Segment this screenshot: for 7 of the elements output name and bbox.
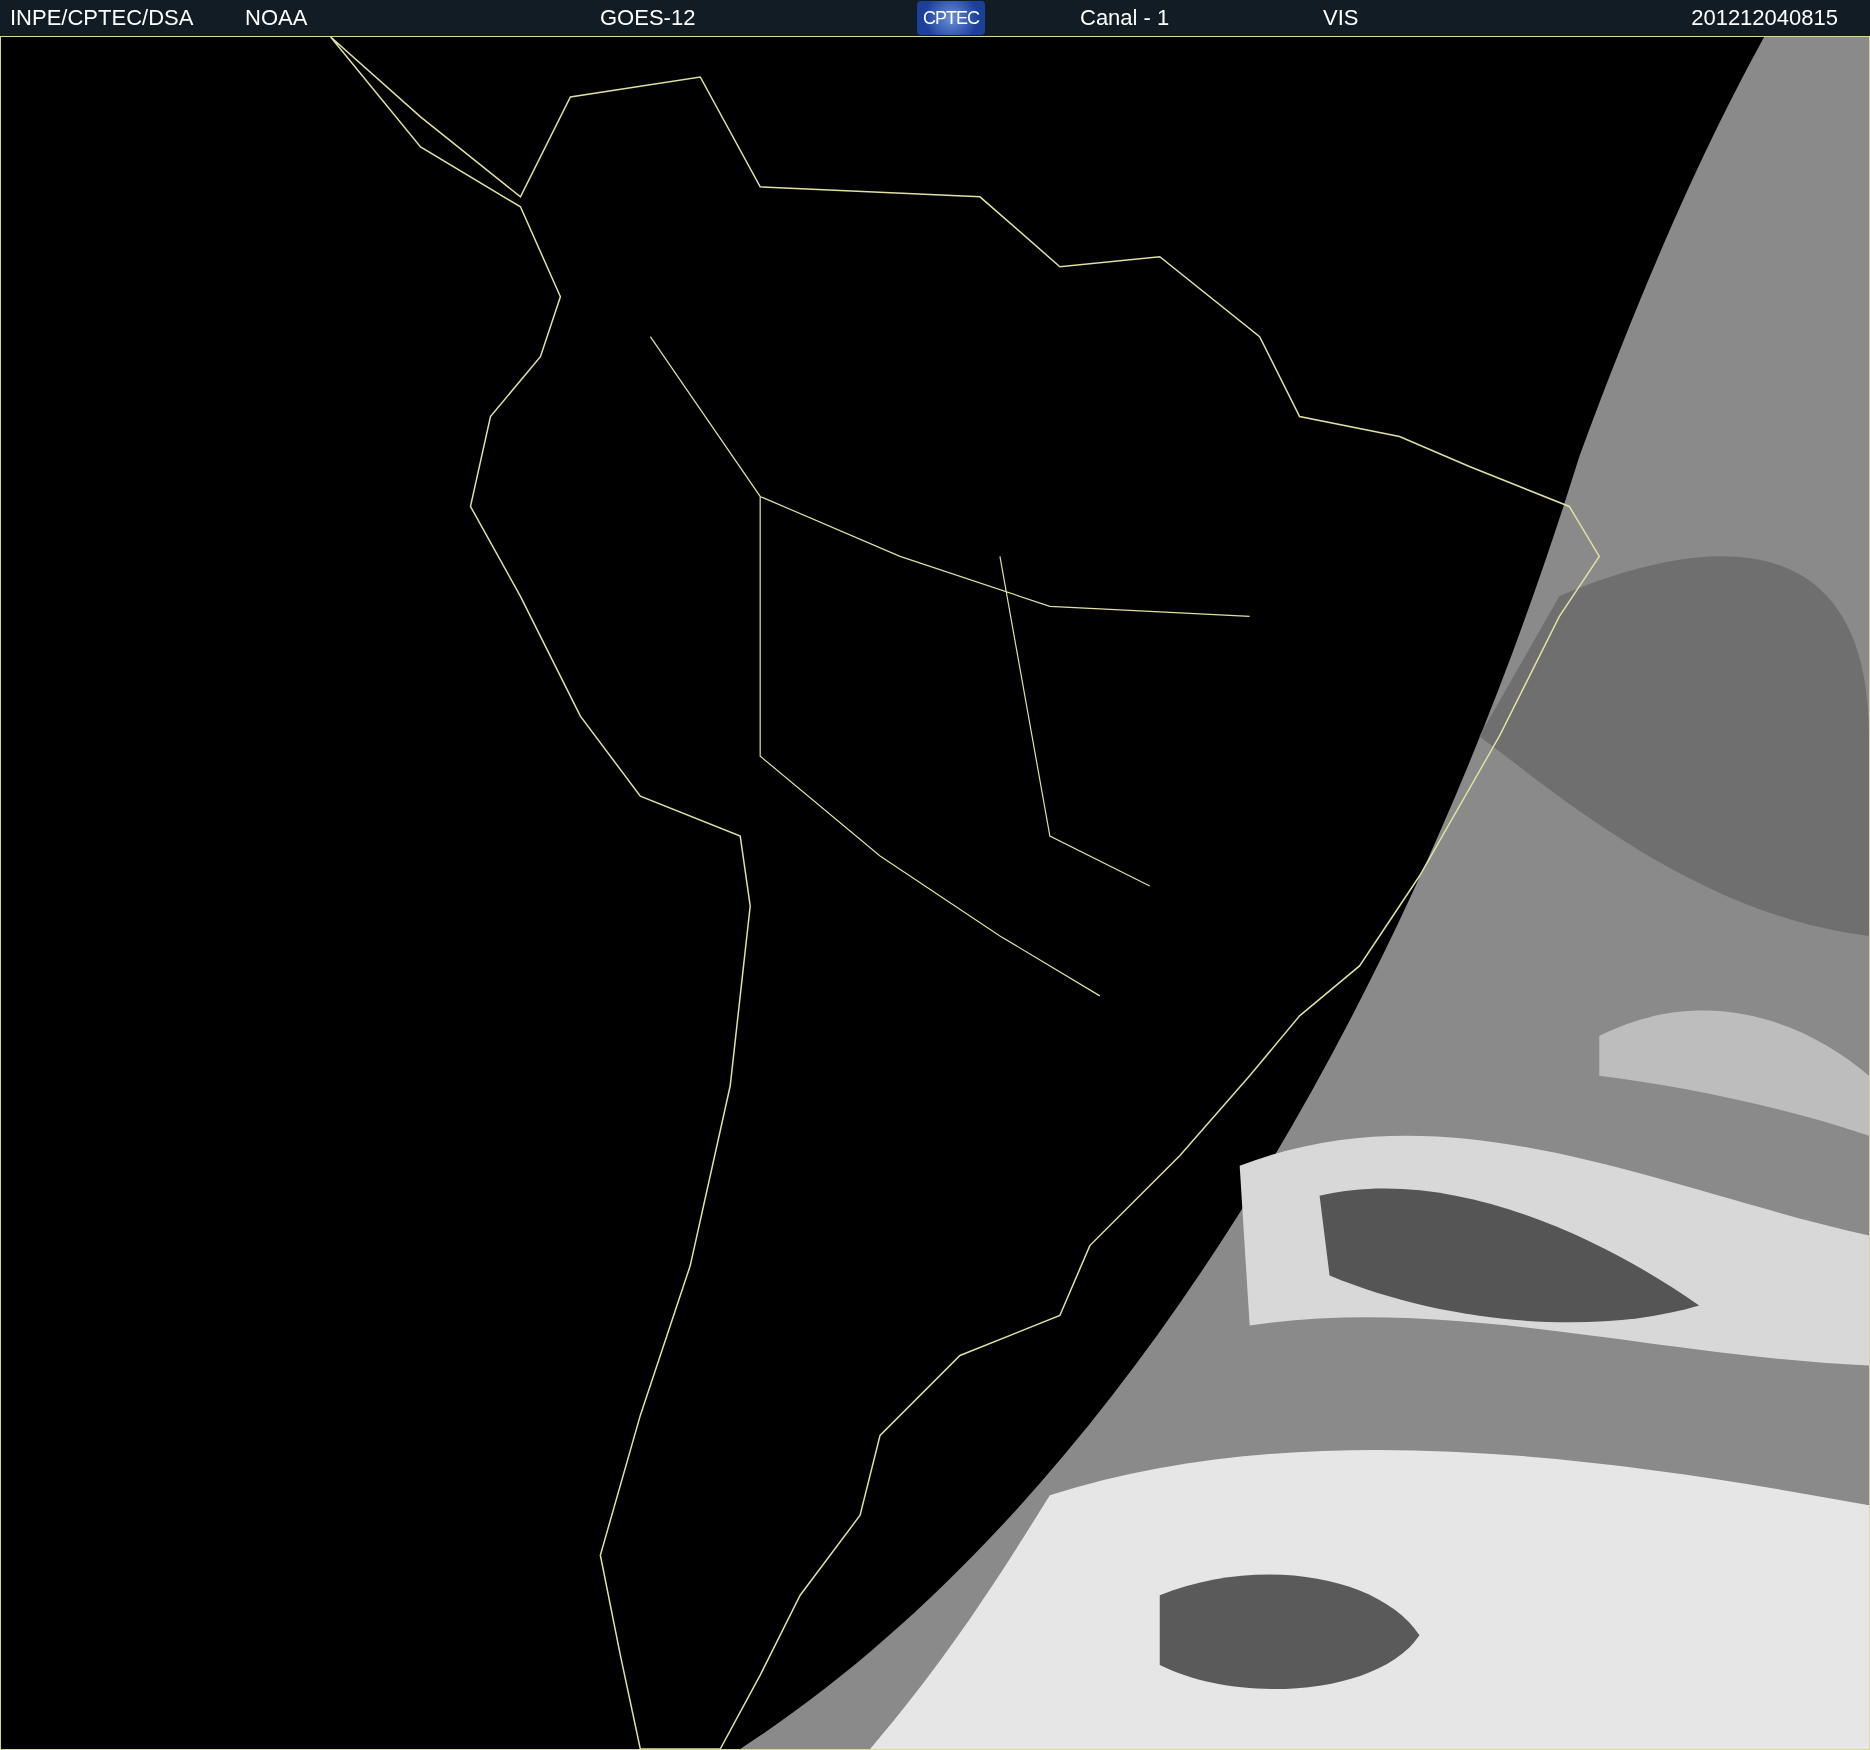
logo: CPTEC [917,1,985,35]
agency-label: NOAA [245,5,308,31]
channel-label: Canal - 1 [1080,5,1170,31]
source-label: INPE/CPTEC/DSA [10,5,194,31]
band-label: VIS [1323,5,1359,31]
satellite-label: GOES-12 [600,5,696,31]
timestamp-label: 201212040815 [1691,5,1838,31]
